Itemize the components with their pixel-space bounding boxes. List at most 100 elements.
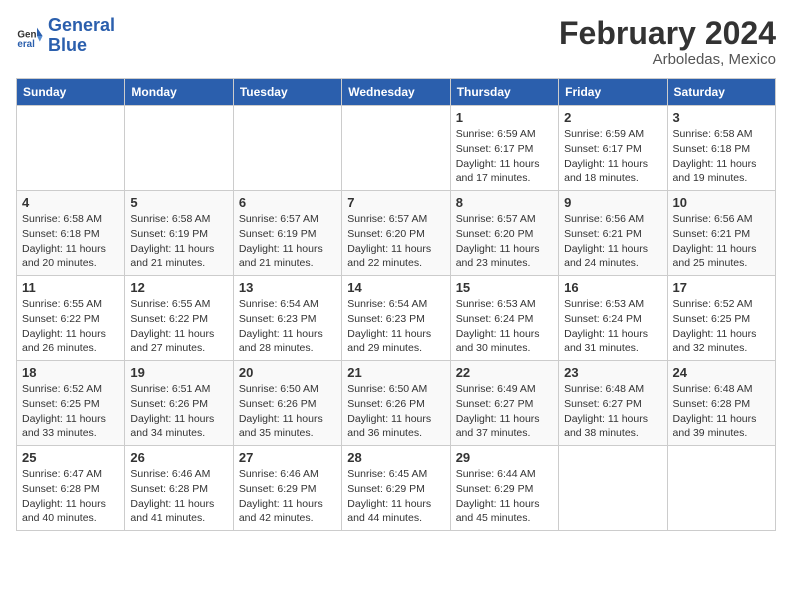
day-number: 7 — [347, 195, 444, 210]
calendar-cell: 10 Sunrise: 6:56 AM Sunset: 6:21 PM Dayli… — [667, 191, 775, 276]
day-number: 11 — [22, 280, 119, 295]
day-number: 21 — [347, 365, 444, 380]
svg-text:eral: eral — [17, 39, 35, 50]
logo-icon: Gen eral — [16, 22, 44, 50]
weekday-header-row: SundayMondayTuesdayWednesdayThursdayFrid… — [17, 79, 776, 106]
calendar-cell — [667, 446, 775, 531]
day-info: Sunrise: 6:56 AM Sunset: 6:21 PM Dayligh… — [564, 212, 661, 271]
day-info: Sunrise: 6:52 AM Sunset: 6:25 PM Dayligh… — [22, 382, 119, 441]
day-number: 10 — [673, 195, 770, 210]
week-row-3: 11 Sunrise: 6:55 AM Sunset: 6:22 PM Dayli… — [17, 276, 776, 361]
day-info: Sunrise: 6:50 AM Sunset: 6:26 PM Dayligh… — [347, 382, 444, 441]
weekday-header-tuesday: Tuesday — [233, 79, 341, 106]
day-number: 2 — [564, 110, 661, 125]
calendar-cell: 19 Sunrise: 6:51 AM Sunset: 6:26 PM Dayli… — [125, 361, 233, 446]
day-info: Sunrise: 6:54 AM Sunset: 6:23 PM Dayligh… — [347, 297, 444, 356]
day-number: 6 — [239, 195, 336, 210]
day-info: Sunrise: 6:58 AM Sunset: 6:18 PM Dayligh… — [22, 212, 119, 271]
week-row-1: 1 Sunrise: 6:59 AM Sunset: 6:17 PM Daylig… — [17, 106, 776, 191]
title-block: February 2024 Arboledas, Mexico — [559, 16, 776, 68]
calendar-cell: 15 Sunrise: 6:53 AM Sunset: 6:24 PM Dayli… — [450, 276, 558, 361]
weekday-header-wednesday: Wednesday — [342, 79, 450, 106]
calendar-cell: 2 Sunrise: 6:59 AM Sunset: 6:17 PM Daylig… — [559, 106, 667, 191]
calendar-cell: 12 Sunrise: 6:55 AM Sunset: 6:22 PM Dayli… — [125, 276, 233, 361]
day-number: 25 — [22, 450, 119, 465]
calendar-cell — [559, 446, 667, 531]
day-info: Sunrise: 6:53 AM Sunset: 6:24 PM Dayligh… — [456, 297, 553, 356]
logo-line2: Blue — [48, 35, 87, 55]
calendar-cell: 18 Sunrise: 6:52 AM Sunset: 6:25 PM Dayli… — [17, 361, 125, 446]
day-info: Sunrise: 6:59 AM Sunset: 6:17 PM Dayligh… — [564, 127, 661, 186]
calendar-cell — [342, 106, 450, 191]
day-number: 15 — [456, 280, 553, 295]
day-info: Sunrise: 6:58 AM Sunset: 6:19 PM Dayligh… — [130, 212, 227, 271]
day-number: 9 — [564, 195, 661, 210]
calendar-cell: 25 Sunrise: 6:47 AM Sunset: 6:28 PM Dayli… — [17, 446, 125, 531]
day-info: Sunrise: 6:53 AM Sunset: 6:24 PM Dayligh… — [564, 297, 661, 356]
calendar-table: SundayMondayTuesdayWednesdayThursdayFrid… — [16, 78, 776, 531]
day-info: Sunrise: 6:57 AM Sunset: 6:20 PM Dayligh… — [347, 212, 444, 271]
calendar-cell — [125, 106, 233, 191]
day-info: Sunrise: 6:48 AM Sunset: 6:28 PM Dayligh… — [673, 382, 770, 441]
day-info: Sunrise: 6:46 AM Sunset: 6:28 PM Dayligh… — [130, 467, 227, 526]
day-info: Sunrise: 6:55 AM Sunset: 6:22 PM Dayligh… — [130, 297, 227, 356]
day-number: 27 — [239, 450, 336, 465]
calendar-cell: 26Sunrise: 6:46 AM Sunset: 6:28 PM Dayli… — [125, 446, 233, 531]
day-info: Sunrise: 6:45 AM Sunset: 6:29 PM Dayligh… — [347, 467, 444, 526]
calendar-cell: 27 Sunrise: 6:46 AM Sunset: 6:29 PM Dayli… — [233, 446, 341, 531]
logo-text: General Blue — [48, 16, 115, 56]
day-number: 28 — [347, 450, 444, 465]
calendar-cell: 22Sunrise: 6:49 AM Sunset: 6:27 PM Dayli… — [450, 361, 558, 446]
day-number: 19 — [130, 365, 227, 380]
calendar-subtitle: Arboledas, Mexico — [559, 51, 776, 68]
day-info: Sunrise: 6:59 AM Sunset: 6:17 PM Dayligh… — [456, 127, 553, 186]
week-row-4: 18 Sunrise: 6:52 AM Sunset: 6:25 PM Dayli… — [17, 361, 776, 446]
day-info: Sunrise: 6:47 AM Sunset: 6:28 PM Dayligh… — [22, 467, 119, 526]
calendar-cell — [17, 106, 125, 191]
weekday-header-monday: Monday — [125, 79, 233, 106]
day-number: 29 — [456, 450, 553, 465]
day-number: 16 — [564, 280, 661, 295]
week-row-2: 4 Sunrise: 6:58 AM Sunset: 6:18 PM Daylig… — [17, 191, 776, 276]
day-info: Sunrise: 6:49 AM Sunset: 6:27 PM Dayligh… — [456, 382, 553, 441]
day-info: Sunrise: 6:52 AM Sunset: 6:25 PM Dayligh… — [673, 297, 770, 356]
day-number: 20 — [239, 365, 336, 380]
calendar-cell: 7 Sunrise: 6:57 AM Sunset: 6:20 PM Daylig… — [342, 191, 450, 276]
day-info: Sunrise: 6:51 AM Sunset: 6:26 PM Dayligh… — [130, 382, 227, 441]
calendar-cell: 8 Sunrise: 6:57 AM Sunset: 6:20 PM Daylig… — [450, 191, 558, 276]
calendar-cell: 9 Sunrise: 6:56 AM Sunset: 6:21 PM Daylig… — [559, 191, 667, 276]
day-number: 12 — [130, 280, 227, 295]
day-number: 3 — [673, 110, 770, 125]
calendar-cell: 5 Sunrise: 6:58 AM Sunset: 6:19 PM Daylig… — [125, 191, 233, 276]
day-info: Sunrise: 6:56 AM Sunset: 6:21 PM Dayligh… — [673, 212, 770, 271]
calendar-cell: 1 Sunrise: 6:59 AM Sunset: 6:17 PM Daylig… — [450, 106, 558, 191]
calendar-cell: 21 Sunrise: 6:50 AM Sunset: 6:26 PM Dayli… — [342, 361, 450, 446]
day-info: Sunrise: 6:58 AM Sunset: 6:18 PM Dayligh… — [673, 127, 770, 186]
weekday-header-friday: Friday — [559, 79, 667, 106]
day-number: 24 — [673, 365, 770, 380]
weekday-header-sunday: Sunday — [17, 79, 125, 106]
day-info: Sunrise: 6:55 AM Sunset: 6:22 PM Dayligh… — [22, 297, 119, 356]
day-number: 1 — [456, 110, 553, 125]
day-number: 4 — [22, 195, 119, 210]
calendar-cell: 13 Sunrise: 6:54 AM Sunset: 6:23 PM Dayli… — [233, 276, 341, 361]
calendar-cell: 29Sunrise: 6:44 AM Sunset: 6:29 PM Dayli… — [450, 446, 558, 531]
calendar-cell: 11 Sunrise: 6:55 AM Sunset: 6:22 PM Dayli… — [17, 276, 125, 361]
day-number: 13 — [239, 280, 336, 295]
logo: Gen eral General Blue — [16, 16, 115, 56]
page-header: Gen eral General Blue February 2024 Arbo… — [16, 16, 776, 68]
calendar-cell: 4 Sunrise: 6:58 AM Sunset: 6:18 PM Daylig… — [17, 191, 125, 276]
day-number: 14 — [347, 280, 444, 295]
calendar-cell: 14 Sunrise: 6:54 AM Sunset: 6:23 PM Dayli… — [342, 276, 450, 361]
day-info: Sunrise: 6:57 AM Sunset: 6:20 PM Dayligh… — [456, 212, 553, 271]
day-info: Sunrise: 6:46 AM Sunset: 6:29 PM Dayligh… — [239, 467, 336, 526]
weekday-header-saturday: Saturday — [667, 79, 775, 106]
day-info: Sunrise: 6:54 AM Sunset: 6:23 PM Dayligh… — [239, 297, 336, 356]
day-number: 18 — [22, 365, 119, 380]
day-number: 5 — [130, 195, 227, 210]
calendar-cell: 6 Sunrise: 6:57 AM Sunset: 6:19 PM Daylig… — [233, 191, 341, 276]
day-info: Sunrise: 6:57 AM Sunset: 6:19 PM Dayligh… — [239, 212, 336, 271]
day-number: 17 — [673, 280, 770, 295]
day-number: 8 — [456, 195, 553, 210]
week-row-5: 25 Sunrise: 6:47 AM Sunset: 6:28 PM Dayli… — [17, 446, 776, 531]
